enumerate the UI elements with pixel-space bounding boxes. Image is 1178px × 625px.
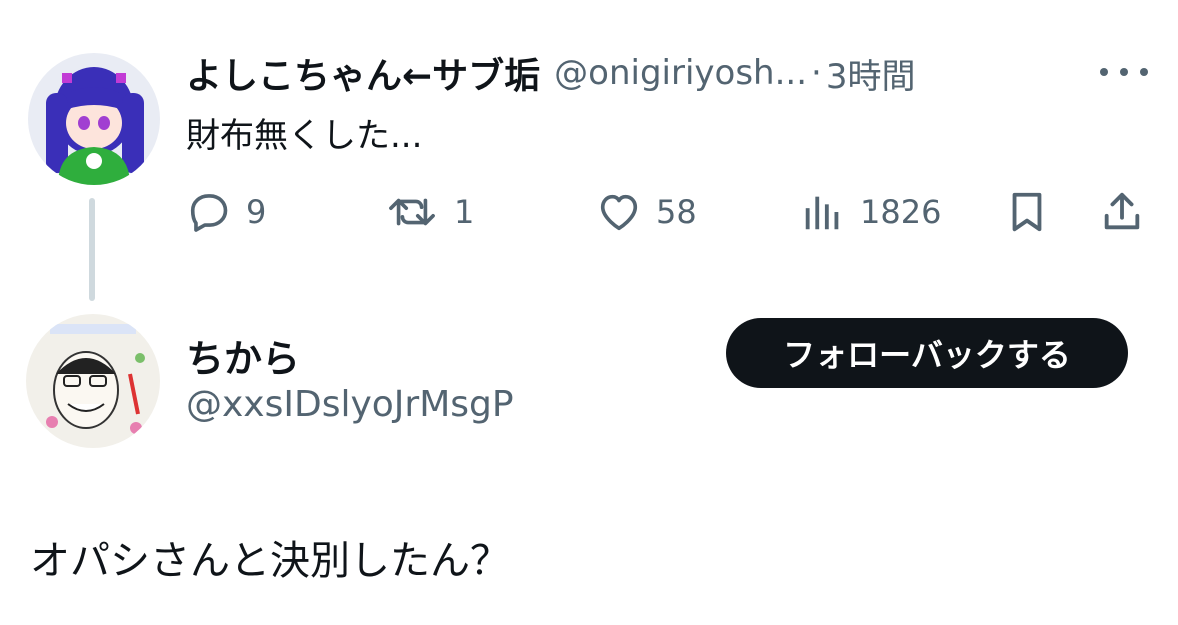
tweet2-text: オパシさんと決別したん？ [30, 538, 510, 584]
like-count: 58 [656, 193, 697, 231]
bookmark-button[interactable] [1004, 188, 1050, 236]
follow-back-button[interactable]: フォローバックする [726, 318, 1128, 388]
like-button[interactable]: 58 [596, 188, 697, 236]
views-button[interactable]: 1826 [800, 188, 941, 236]
tweet1-timestamp[interactable]: 3時間 [826, 49, 916, 98]
like-icon [600, 194, 638, 231]
tweet1-separator: · [811, 53, 822, 93]
reply-icon [190, 194, 228, 232]
avatar-chikara[interactable] [26, 314, 160, 448]
tweet1-display-name[interactable]: よしこちゃん←サブ垢 [186, 47, 540, 99]
retweet-button[interactable]: 1 [384, 188, 474, 236]
tweet1-text: 財布無くした... [186, 116, 423, 156]
avatar-yoshiko[interactable] [28, 53, 160, 185]
tweet2-handle[interactable]: @xxsIDslyoJrMsgP [186, 384, 514, 425]
more-icon[interactable] [1100, 62, 1148, 82]
tweet1-handle[interactable]: @onigiriyosh... [554, 53, 807, 93]
tweet2-display-name[interactable]: ちから [186, 328, 300, 383]
thread-line [89, 198, 95, 301]
views-count: 1826 [860, 193, 942, 231]
views-icon [805, 196, 839, 230]
retweet-count: 1 [454, 193, 475, 231]
share-button[interactable] [1098, 188, 1146, 236]
reply-count: 9 [246, 193, 267, 231]
retweet-icon [389, 198, 435, 226]
share-icon [1104, 192, 1140, 230]
tweet1-header: よしこちゃん←サブ垢 @onigiriyosh... · 3時間 [186, 48, 915, 98]
reply-button[interactable]: 9 [186, 188, 266, 236]
bookmark-icon [1012, 192, 1042, 232]
